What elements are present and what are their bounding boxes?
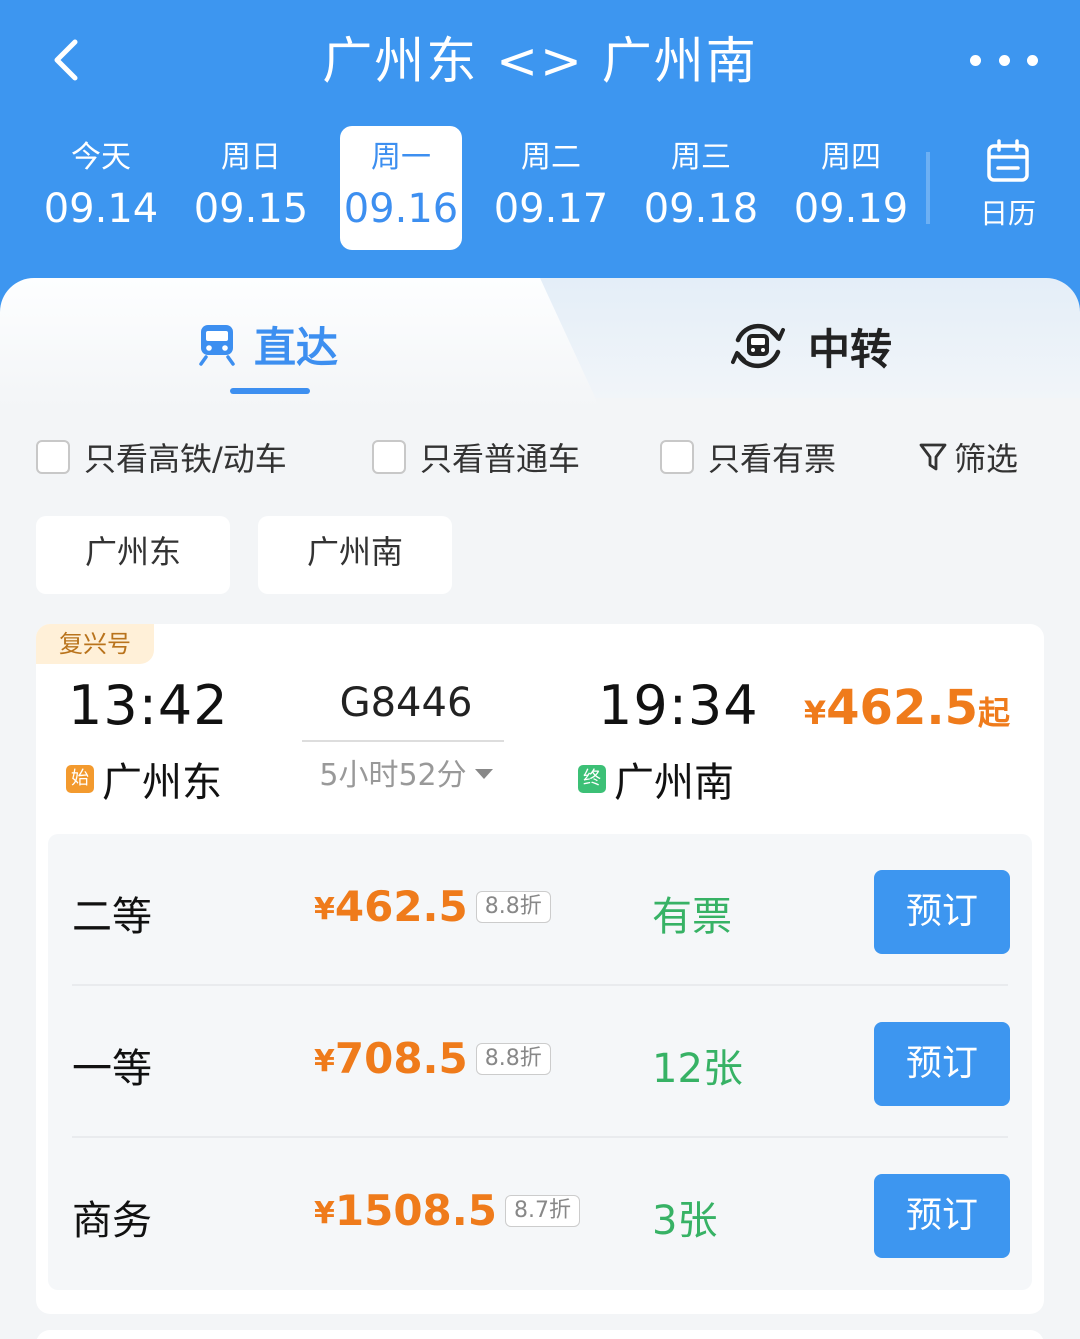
seat-row: 二等 ¥ 462.5 8.8折 有票 预订: [48, 834, 1032, 986]
tab-transfer-label: 中转: [808, 324, 893, 374]
filter-label: 只看普通车: [420, 440, 581, 478]
date-value: 09.14: [43, 186, 159, 232]
more-dot-icon: [970, 54, 981, 66]
funnel-icon: [919, 443, 947, 471]
date-weekday: 周日: [221, 140, 281, 175]
date-tab[interactable]: 周四 09.19: [790, 126, 912, 250]
seat-class: 一等: [72, 1046, 152, 1092]
page-title: 广州东 <> 广州南: [322, 32, 758, 90]
price-suffix: 起: [977, 694, 1010, 732]
date-value: 09.16: [343, 186, 459, 232]
more-options-button[interactable]: [964, 34, 1044, 86]
discount-badge: 8.7折: [504, 1194, 580, 1227]
seat-availability: 3张: [652, 1198, 718, 1244]
calendar-button[interactable]: 日历: [960, 138, 1056, 238]
date-weekday: 周二: [521, 140, 581, 175]
seat-price-value: 462.5: [334, 882, 468, 931]
arrival-station-name: 广州南: [614, 760, 734, 806]
arrival-time: 19:34: [598, 674, 759, 737]
station-chip[interactable]: 广州东: [36, 516, 230, 594]
filter-button-label: 筛选: [954, 440, 1019, 478]
duration-line: [302, 740, 504, 742]
currency-symbol: ¥: [314, 892, 335, 927]
calendar-icon: [987, 139, 1029, 182]
date-tab[interactable]: 周日 09.15: [190, 126, 312, 250]
filter-high-speed[interactable]: 只看高铁/动车: [36, 434, 287, 480]
tab-transfer[interactable]: 中转: [728, 316, 892, 376]
more-dot-icon: [1027, 54, 1038, 66]
departure-station: 始 广州东: [66, 750, 222, 808]
date-divider: [926, 152, 930, 224]
station-chip[interactable]: 广州南: [258, 516, 452, 594]
seat-price-value: 1508.5: [334, 1186, 497, 1235]
seat-class: 商务: [72, 1198, 152, 1244]
filter-normal-train[interactable]: 只看普通车: [372, 434, 580, 480]
seat-availability: 12张: [652, 1046, 743, 1092]
arrival-station: 终 广州南: [578, 750, 734, 808]
date-tab[interactable]: 周二 09.17: [490, 126, 612, 250]
route-type-tabs: 直达 中转: [0, 278, 1080, 408]
next-train-card-peek: [36, 1330, 1044, 1339]
seat-price: ¥ 1508.5 8.7折: [314, 1186, 580, 1235]
filter-available-only[interactable]: 只看有票: [660, 434, 836, 480]
tab-direct[interactable]: 直达: [196, 314, 338, 374]
seat-class: 二等: [72, 894, 152, 940]
date-weekday: 周一: [371, 140, 431, 175]
date-value: 09.15: [193, 186, 309, 232]
checkbox[interactable]: [660, 440, 694, 474]
duration-text: 5小时52分: [319, 758, 467, 793]
filter-label: 只看高铁/动车: [84, 440, 287, 478]
discount-badge: 8.8折: [475, 1042, 551, 1075]
seat-row: 商务 ¥ 1508.5 8.7折 3张 预订: [48, 1138, 1032, 1290]
seat-availability: 有票: [652, 894, 732, 940]
checkbox[interactable]: [372, 440, 406, 474]
date-tab[interactable]: 今天 09.14: [40, 126, 162, 250]
date-tab[interactable]: 周三 09.18: [640, 126, 762, 250]
train-icon: [199, 325, 235, 366]
book-button[interactable]: 预订: [874, 870, 1010, 954]
train-card[interactable]: 复兴号 13:42 始 广州东 G8446 5小时52分 19:34 终 广州南…: [36, 624, 1044, 1314]
start-badge: 始: [66, 765, 94, 793]
departure-station-name: 广州东: [102, 760, 222, 806]
date-weekday: 周四: [821, 140, 881, 175]
currency-symbol: ¥: [314, 1044, 335, 1079]
seat-price: ¥ 462.5 8.8折: [314, 882, 551, 931]
book-button[interactable]: 预订: [874, 1174, 1010, 1258]
seat-row: 一等 ¥ 708.5 8.8折 12张 预订: [48, 986, 1032, 1138]
seat-price-value: 708.5: [334, 1034, 468, 1083]
date-tab-selected[interactable]: 周一 09.16: [340, 126, 462, 250]
date-weekday: 周三: [671, 140, 731, 175]
lowest-price: ¥ 462.5 起: [804, 680, 1010, 736]
lowest-price-value: 462.5: [826, 680, 978, 736]
end-badge: 终: [578, 765, 606, 793]
caret-down-icon: [474, 769, 493, 779]
book-button[interactable]: 预订: [874, 1022, 1010, 1106]
more-dot-icon: [998, 54, 1010, 66]
date-weekday: 今天: [71, 140, 131, 175]
date-value: 09.19: [793, 186, 909, 232]
checkbox[interactable]: [36, 440, 70, 474]
date-value: 09.17: [493, 186, 609, 232]
discount-badge: 8.8折: [475, 890, 551, 923]
seat-list: 二等 ¥ 462.5 8.8折 有票 预订 一等 ¥ 708.5 8.8折 12…: [48, 834, 1032, 1290]
currency-symbol: ¥: [803, 694, 827, 732]
train-number: G8446: [339, 680, 473, 726]
date-selector: 今天 09.14 周日 09.15 周一 09.16 周二 09.17 周三 0…: [28, 126, 928, 250]
duration-toggle[interactable]: 5小时52分: [306, 750, 506, 794]
departure-time: 13:42: [68, 674, 229, 737]
back-button[interactable]: [36, 30, 96, 90]
tab-direct-label: 直达: [254, 322, 339, 372]
seat-price: ¥ 708.5 8.8折: [314, 1034, 551, 1083]
date-value: 09.18: [643, 186, 759, 232]
active-tab-indicator: [230, 388, 310, 394]
train-type-tag: 复兴号: [36, 624, 154, 664]
transfer-train-icon: [731, 323, 785, 369]
chevron-left-icon: [54, 39, 78, 81]
currency-symbol: ¥: [314, 1196, 335, 1231]
calendar-label: 日历: [979, 197, 1036, 230]
filter-label: 只看有票: [708, 440, 837, 478]
filter-button[interactable]: 筛选: [918, 434, 1018, 480]
